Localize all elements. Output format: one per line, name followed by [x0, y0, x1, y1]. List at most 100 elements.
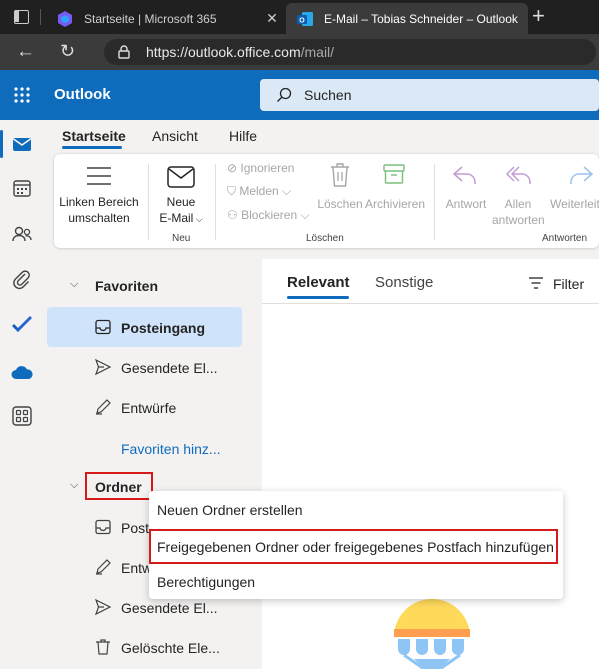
delete-button[interactable]: Löschen — [314, 196, 366, 212]
microsoft365-icon — [58, 10, 72, 27]
reply-all-icon — [505, 166, 531, 184]
people-icon[interactable] — [10, 222, 34, 246]
favorite-drafts[interactable]: Entwürfe — [121, 400, 176, 416]
report-button[interactable]: ⛉ Melden ⌵ — [227, 183, 291, 199]
folder-deleted[interactable]: Gelöschte Ele... — [121, 640, 220, 656]
balloon-illustration — [394, 599, 470, 669]
app-name: Outlook — [54, 86, 111, 103]
lock-icon — [118, 45, 130, 59]
browser-tab-outlook[interactable]: O E-Mail – Tobias Schneider – Outlook — [286, 3, 528, 34]
calendar-icon[interactable] — [10, 176, 34, 200]
menu-item-new-folder[interactable]: Neuen Ordner erstellen — [157, 502, 303, 518]
filter-button[interactable]: Filter — [553, 276, 584, 292]
toggle-label-1: Linken Bereich — [59, 195, 139, 209]
new-mail-label-1: Neue — [166, 195, 196, 209]
forward-button[interactable]: Weiterleiten — [550, 196, 599, 212]
reply-all-button[interactable]: Allen antworten — [492, 196, 545, 228]
mail-list: Relevant Sonstige Filter — [262, 259, 599, 669]
active-app-indicator — [0, 130, 3, 158]
trash-icon — [96, 639, 110, 655]
group-label-new: Neu — [172, 233, 191, 244]
ignore-label: Ignorieren — [240, 161, 295, 175]
filter-icon — [529, 277, 543, 289]
chevron-down-icon: ⌵ — [297, 208, 310, 222]
folder-drafts[interactable]: Entw — [121, 560, 152, 576]
new-mail-button[interactable]: Neue E-Mail ⌵ — [152, 194, 210, 227]
send-icon — [94, 358, 112, 376]
inbox-icon — [95, 519, 111, 535]
browser-address-row: ← ↻ https://outlook.office.com/mail/ — [0, 34, 599, 70]
ignore-icon: ⊘ — [227, 161, 241, 175]
close-tab-icon[interactable]: ✕ — [264, 10, 280, 27]
report-label: Melden — [239, 184, 279, 198]
tab-underline — [62, 146, 122, 149]
reload-icon[interactable]: ↻ — [60, 41, 75, 62]
url-host: https://outlook.office.com — [146, 44, 301, 60]
new-mail-label-2: E-Mail — [159, 211, 194, 225]
folders-chevron-icon[interactable]: ⌵ — [70, 479, 78, 492]
browser-tab-microsoft365[interactable]: Startseite | Microsoft 365 ✕ — [48, 3, 280, 34]
trash-icon — [331, 163, 349, 187]
ignore-button[interactable]: ⊘ Ignorieren — [227, 160, 294, 176]
favorites-chevron-icon[interactable]: ⌵ — [70, 278, 78, 291]
outlook-header: Outlook Suchen — [0, 70, 599, 120]
folder-sent[interactable]: Gesendete El... — [121, 600, 218, 616]
new-tab-icon[interactable]: + — [532, 5, 545, 27]
onedrive-icon[interactable] — [10, 360, 34, 384]
favorite-sent[interactable]: Gesendete El... — [121, 360, 218, 376]
search-icon — [277, 87, 292, 102]
reply-all-label-1: Allen — [504, 197, 532, 211]
address-bar[interactable]: https://outlook.office.com/mail/ — [104, 39, 596, 65]
add-favorite-link[interactable]: Favoriten hinz... — [121, 441, 221, 457]
reply-icon — [452, 166, 476, 184]
archive-button[interactable]: Archivieren — [362, 196, 428, 212]
block-button[interactable]: ⚇ Blockieren ⌵ — [227, 207, 310, 223]
menu-item-permissions[interactable]: Berechtigungen — [157, 574, 255, 590]
url-path: /mail/ — [300, 44, 335, 60]
tab-title: Startseite | Microsoft 365 — [84, 11, 217, 26]
back-icon[interactable]: ← — [16, 41, 35, 63]
tab-relevant[interactable]: Relevant — [287, 274, 350, 291]
browser-tab-bar: Startseite | Microsoft 365 ✕ O E-Mail – … — [0, 0, 599, 34]
ribbon: Linken Bereich umschalten Neue E-Mail ⌵ … — [54, 154, 599, 248]
new-mail-icon — [167, 166, 195, 188]
favorite-inbox[interactable]: Posteingang — [121, 320, 205, 336]
more-apps-icon[interactable] — [10, 404, 34, 428]
todo-icon[interactable] — [10, 314, 34, 338]
search-placeholder: Suchen — [304, 87, 352, 103]
tab-underline — [287, 296, 349, 299]
tab-title: E-Mail – Tobias Schneider – Outlook — [324, 11, 518, 26]
app-launcher-icon[interactable] — [14, 87, 30, 103]
tab-ansicht[interactable]: Ansicht — [152, 128, 198, 144]
hamburger-icon — [87, 167, 111, 185]
group-label-reply: Antworten — [542, 233, 588, 244]
context-menu: Neuen Ordner erstellen Freigegebenen Ord… — [149, 491, 563, 599]
block-icon: ⚇ — [227, 208, 242, 222]
mail-icon[interactable] — [10, 132, 34, 156]
toggle-label-2: umschalten — [68, 211, 130, 225]
shield-icon: ⛉ — [227, 184, 240, 198]
folders-header[interactable]: Ordner — [95, 479, 142, 495]
reply-all-label-2: antworten — [492, 213, 545, 227]
search-box[interactable]: Suchen — [260, 79, 599, 111]
sidebar-toggle-icon[interactable] — [14, 10, 29, 24]
tab-sonstige[interactable]: Sonstige — [375, 274, 433, 291]
list-divider — [262, 303, 599, 304]
send-icon — [94, 598, 112, 616]
tab-startseite[interactable]: Startseite — [62, 128, 126, 144]
ribbon-tabs: Startseite Ansicht Hilfe — [44, 120, 599, 152]
favorites-header[interactable]: Favoriten — [95, 278, 158, 294]
paperclip-icon[interactable] — [10, 268, 34, 292]
menu-item-add-shared-folder[interactable]: Freigegebenen Ordner oder freigegebenes … — [157, 539, 554, 555]
draft-icon — [96, 559, 111, 575]
forward-icon — [570, 166, 594, 184]
archive-icon — [383, 164, 405, 184]
block-label: Blockieren — [241, 208, 298, 222]
app-rail — [0, 120, 44, 669]
tab-hilfe[interactable]: Hilfe — [229, 128, 257, 144]
outlook-icon: O — [297, 11, 313, 26]
reply-button[interactable]: Antwort — [440, 196, 492, 212]
toggle-left-pane-button[interactable]: Linken Bereich umschalten — [58, 194, 140, 226]
chevron-down-icon[interactable]: ⌵ — [193, 214, 203, 224]
group-label-delete: Löschen — [306, 233, 344, 244]
